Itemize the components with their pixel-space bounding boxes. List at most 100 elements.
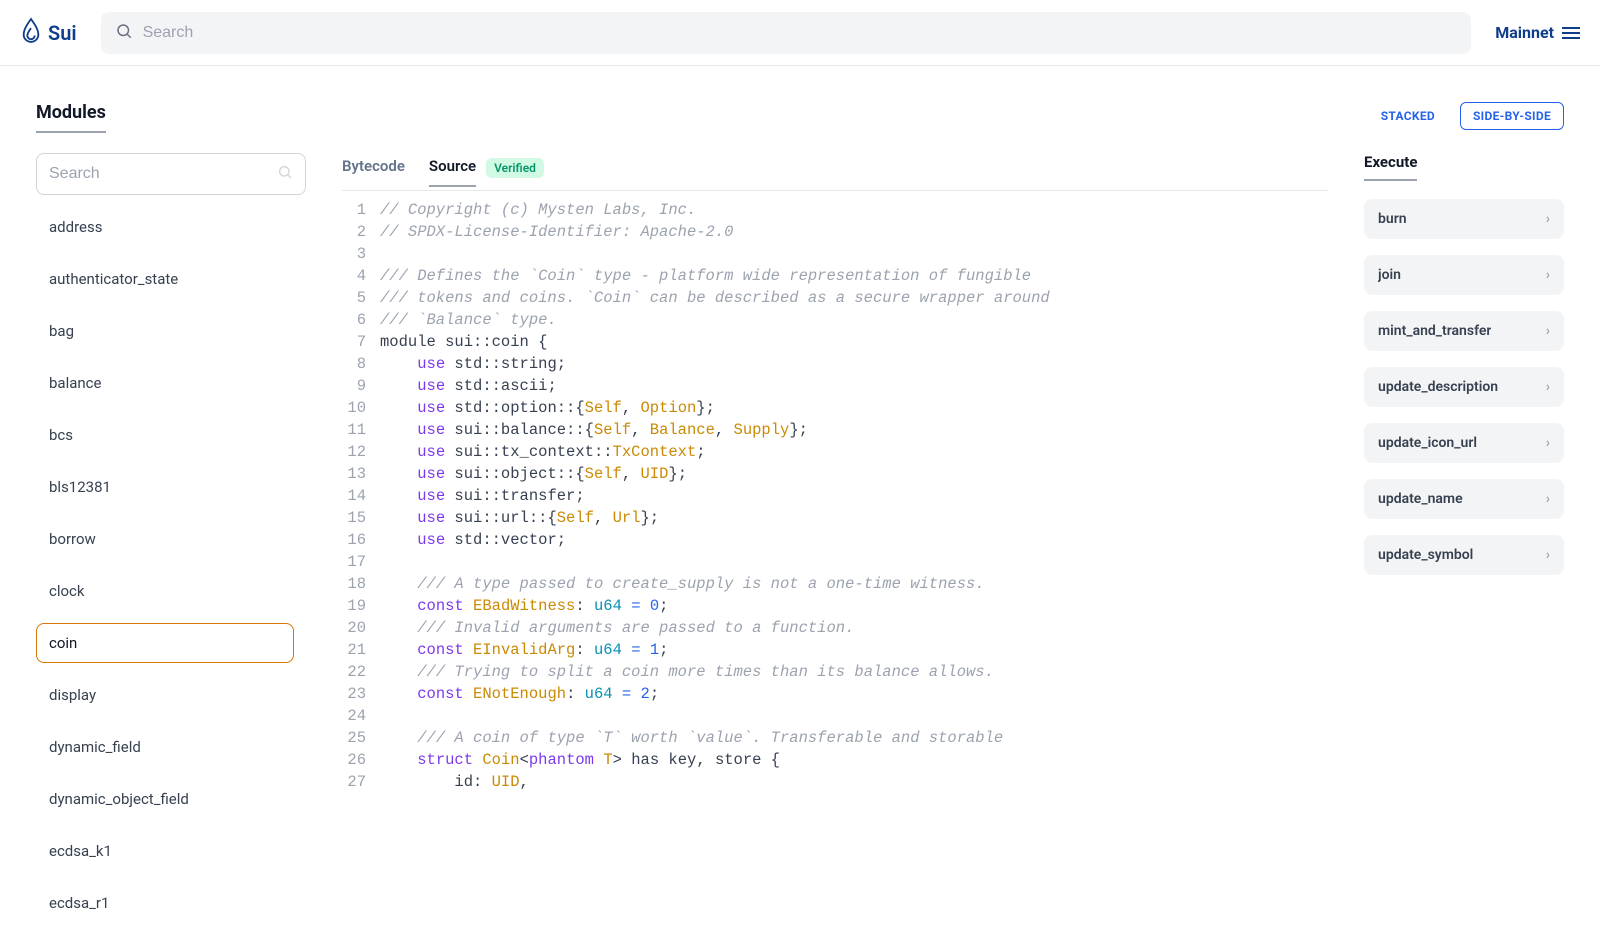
network-selector[interactable]: Mainnet — [1495, 23, 1580, 42]
module-search[interactable] — [36, 153, 306, 195]
execute-item[interactable]: update_icon_url › — [1364, 423, 1564, 463]
code-line: 15 use sui::url::{Self, Url}; — [342, 507, 1316, 529]
sui-drop-icon — [20, 17, 42, 48]
line-number: 10 — [342, 397, 380, 419]
module-item[interactable]: bag — [36, 311, 294, 351]
code-line: 18 /// A type passed to create_supply is… — [342, 573, 1316, 595]
code-line: 3 — [342, 243, 1316, 265]
layout-side-by-side[interactable]: SIDE-BY-SIDE — [1460, 102, 1564, 130]
module-search-input[interactable] — [49, 165, 277, 183]
code-line: 12 use sui::tx_context::TxContext; — [342, 441, 1316, 463]
module-item[interactable]: clock — [36, 571, 294, 611]
execute-item-label: update_symbol — [1378, 547, 1473, 563]
chevron-right-icon: › — [1546, 211, 1550, 227]
search-icon — [115, 22, 133, 44]
tab-source[interactable]: Source — [429, 157, 476, 187]
line-number: 25 — [342, 727, 380, 749]
line-number: 4 — [342, 265, 380, 287]
global-search-input[interactable] — [143, 24, 1458, 42]
layout-stacked[interactable]: STACKED — [1368, 102, 1448, 130]
module-item[interactable]: bls12381 — [36, 467, 294, 507]
code-line: 9 use std::ascii; — [342, 375, 1316, 397]
code-line: 19 const EBadWitness: u64 = 0; — [342, 595, 1316, 617]
module-item[interactable]: ecdsa_r1 — [36, 883, 294, 923]
app-header: Sui Mainnet — [0, 0, 1600, 66]
code-line: 27 id: UID, — [342, 771, 1316, 793]
code-line: 11 use sui::balance::{Self, Balance, Sup… — [342, 419, 1316, 441]
line-number: 26 — [342, 749, 380, 771]
page-top-row: Modules STACKED SIDE-BY-SIDE — [36, 102, 1564, 133]
line-content: use sui::object::{Self, UID}; — [380, 463, 1316, 485]
execute-item-label: mint_and_transfer — [1378, 323, 1491, 339]
code-line: 6/// `Balance` type. — [342, 309, 1316, 331]
network-label: Mainnet — [1495, 23, 1554, 42]
line-content: /// A coin of type `T` worth `value`. Tr… — [380, 727, 1316, 749]
code-line: 25 /// A coin of type `T` worth `value`.… — [342, 727, 1316, 749]
line-content — [380, 551, 1316, 573]
line-content: use std::string; — [380, 353, 1316, 375]
module-item[interactable]: ecdsa_k1 — [36, 831, 294, 871]
module-item[interactable]: authenticator_state — [36, 259, 294, 299]
line-number: 7 — [342, 331, 380, 353]
line-content: struct Coin<phantom T> has key, store { — [380, 749, 1316, 771]
code-line: 1// Copyright (c) Mysten Labs, Inc. — [342, 199, 1316, 221]
search-icon — [277, 164, 293, 184]
chevron-right-icon: › — [1546, 323, 1550, 339]
line-content: use sui::balance::{Self, Balance, Supply… — [380, 419, 1316, 441]
module-item[interactable]: coin — [36, 623, 294, 663]
line-content: use std::vector; — [380, 529, 1316, 551]
code-line: 14 use sui::transfer; — [342, 485, 1316, 507]
chevron-right-icon: › — [1546, 435, 1550, 451]
execute-item[interactable]: mint_and_transfer › — [1364, 311, 1564, 351]
tab-bytecode[interactable]: Bytecode — [342, 157, 405, 187]
code-line: 17 — [342, 551, 1316, 573]
line-number: 6 — [342, 309, 380, 331]
execute-item[interactable]: update_description› — [1364, 367, 1564, 407]
line-content: id: UID, — [380, 771, 1316, 793]
chevron-right-icon: › — [1546, 267, 1550, 283]
three-column-layout: address authenticator_statebag balance bcs b… — [36, 153, 1564, 863]
module-item[interactable]: address — [36, 207, 294, 247]
execute-list: burn› join › mint_and_transfer › update_descr… — [1364, 199, 1564, 575]
execute-item-label: join — [1378, 267, 1401, 283]
module-item[interactable]: bcs — [36, 415, 294, 455]
chevron-right-icon: › — [1546, 491, 1550, 507]
source-tabs: Bytecode Source Verified — [342, 153, 1328, 191]
module-item[interactable]: display — [36, 675, 294, 715]
line-content: use std::option::{Self, Option}; — [380, 397, 1316, 419]
brand-logo[interactable]: Sui — [20, 17, 77, 48]
code-line: 8 use std::string; — [342, 353, 1316, 375]
code-line: 26 struct Coin<phantom T> has key, store… — [342, 749, 1316, 771]
execute-item[interactable]: update_symbol › — [1364, 535, 1564, 575]
code-line: 21 const EInvalidArg: u64 = 1; — [342, 639, 1316, 661]
code-line: 4/// Defines the `Coin` type - platform … — [342, 265, 1316, 287]
line-content: // Copyright (c) Mysten Labs, Inc. — [380, 199, 1316, 221]
module-item[interactable]: balance — [36, 363, 294, 403]
module-item[interactable]: dynamic_field — [36, 727, 294, 767]
code-line: 24 — [342, 705, 1316, 727]
line-content: use sui::transfer; — [380, 485, 1316, 507]
line-number: 5 — [342, 287, 380, 309]
execute-item[interactable]: update_name› — [1364, 479, 1564, 519]
module-item[interactable]: dynamic_object_field — [36, 779, 294, 819]
line-number: 13 — [342, 463, 380, 485]
line-number: 27 — [342, 771, 380, 793]
line-content: const EInvalidArg: u64 = 1; — [380, 639, 1316, 661]
execute-item-label: update_icon_url — [1378, 435, 1477, 451]
global-search[interactable] — [101, 12, 1472, 54]
module-list[interactable]: address authenticator_statebag balance bcs b… — [36, 207, 306, 935]
module-item[interactable]: borrow — [36, 519, 294, 559]
source-code[interactable]: 1// Copyright (c) Mysten Labs, Inc.2// S… — [342, 199, 1328, 935]
verified-badge: Verified — [486, 158, 544, 178]
code-line: 16 use std::vector; — [342, 529, 1316, 551]
line-number: 11 — [342, 419, 380, 441]
code-line: 10 use std::option::{Self, Option}; — [342, 397, 1316, 419]
page-body: Modules STACKED SIDE-BY-SIDE address auth… — [0, 66, 1600, 863]
code-line: 20 /// Invalid arguments are passed to a… — [342, 617, 1316, 639]
execute-item[interactable]: burn› — [1364, 199, 1564, 239]
code-line: 5/// tokens and coins. `Coin` can be des… — [342, 287, 1316, 309]
line-number: 20 — [342, 617, 380, 639]
line-content: use sui::tx_context::TxContext; — [380, 441, 1316, 463]
chevron-right-icon: › — [1546, 547, 1550, 563]
execute-item[interactable]: join › — [1364, 255, 1564, 295]
